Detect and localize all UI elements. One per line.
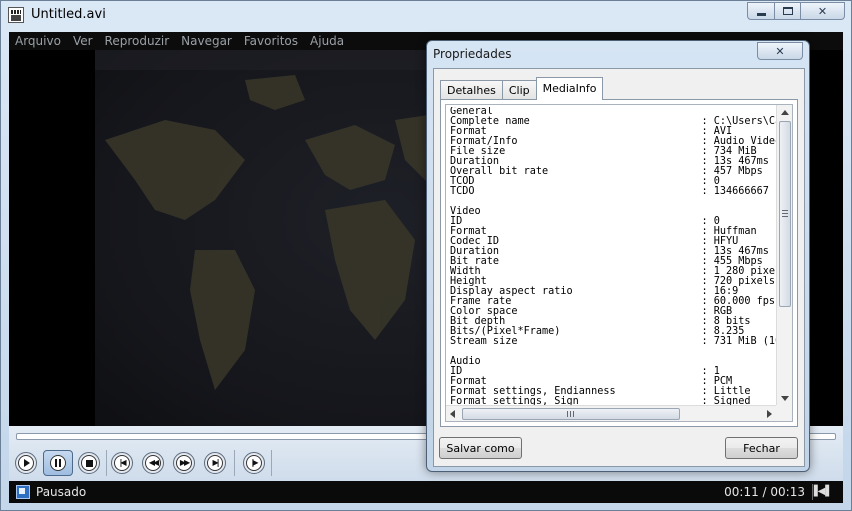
fast-forward-icon: ▶▶ bbox=[179, 458, 190, 467]
frame-step-icon: |▶ bbox=[251, 458, 258, 467]
mediainfo-panel: General Complete name : C:\Users\Cauptai… bbox=[440, 99, 798, 427]
window-title: Untitled.avi bbox=[31, 7, 106, 22]
rewind-icon: ◀◀ bbox=[148, 458, 159, 467]
tab-detalhes[interactable]: Detalhes bbox=[440, 80, 503, 100]
horizontal-scroll-thumb[interactable] bbox=[462, 408, 680, 420]
menu-reproduzir[interactable]: Reproduzir bbox=[99, 34, 176, 48]
properties-dialog: Propriedades ✕ Detalhes Clip MediaInfo G… bbox=[426, 40, 810, 472]
status-icon bbox=[16, 485, 30, 499]
menu-arquivo[interactable]: Arquivo bbox=[9, 34, 67, 48]
menu-favoritos[interactable]: Favoritos bbox=[238, 34, 304, 48]
play-icon bbox=[24, 459, 30, 467]
grip-icon bbox=[782, 210, 788, 217]
minimize-button[interactable] bbox=[747, 2, 775, 20]
close-icon: ✕ bbox=[817, 4, 828, 18]
fast-forward-button[interactable]: ▶▶ bbox=[173, 452, 195, 474]
horizontal-scrollbar[interactable] bbox=[446, 405, 776, 421]
scroll-left-icon[interactable] bbox=[450, 410, 455, 418]
mediainfo-textbox[interactable]: General Complete name : C:\Users\Cauptai… bbox=[445, 104, 793, 422]
tab-mediainfo[interactable]: MediaInfo bbox=[535, 77, 604, 100]
time-display: 00:11 / 00:13 bbox=[724, 485, 805, 499]
dialog-title: Propriedades bbox=[433, 47, 512, 61]
grip-icon bbox=[567, 411, 574, 417]
scroll-down-icon[interactable] bbox=[781, 396, 789, 401]
maximize-icon bbox=[782, 7, 793, 15]
pause-icon bbox=[55, 459, 61, 467]
tab-clip[interactable]: Clip bbox=[501, 80, 537, 100]
scroll-right-icon[interactable] bbox=[767, 410, 772, 418]
pause-button[interactable] bbox=[43, 450, 73, 476]
stop-button[interactable] bbox=[78, 452, 100, 474]
separator bbox=[234, 450, 235, 476]
vertical-scrollbar[interactable] bbox=[776, 105, 792, 405]
film-clapper-icon bbox=[8, 7, 24, 23]
next-button[interactable]: ▶| bbox=[204, 452, 226, 474]
stop-icon bbox=[85, 459, 93, 467]
status-bar: Pausado 00:11 / 00:13 ▐◀▌ bbox=[9, 481, 843, 503]
maximize-button[interactable] bbox=[775, 2, 801, 20]
title-bar[interactable]: Untitled.avi ✕ bbox=[1, 1, 851, 31]
close-button[interactable]: ✕ bbox=[801, 2, 845, 20]
playback-status: Pausado bbox=[36, 485, 87, 499]
separator bbox=[106, 450, 107, 476]
scroll-up-icon[interactable] bbox=[781, 110, 789, 115]
menu-ajuda[interactable]: Ajuda bbox=[304, 34, 350, 48]
play-button[interactable] bbox=[15, 452, 37, 474]
scroll-corner bbox=[776, 405, 792, 421]
save-as-button[interactable]: Salvar como bbox=[439, 437, 522, 459]
close-dialog-button[interactable]: Fechar bbox=[725, 437, 798, 459]
window-controls: ✕ bbox=[747, 2, 845, 20]
menu-ver[interactable]: Ver bbox=[67, 34, 99, 48]
skip-forward-icon: ▶| bbox=[212, 458, 219, 467]
separator bbox=[271, 450, 272, 476]
previous-button[interactable]: |◀ bbox=[111, 452, 133, 474]
rewind-button[interactable]: ◀◀ bbox=[142, 452, 164, 474]
menu-navegar[interactable]: Navegar bbox=[175, 34, 238, 48]
dialog-body: Detalhes Clip MediaInfo General Complete… bbox=[433, 68, 805, 467]
mediainfo-text: General Complete name : C:\Users\Cauptai… bbox=[450, 107, 780, 405]
close-icon: ✕ bbox=[775, 44, 785, 58]
skip-back-icon: |◀ bbox=[119, 458, 126, 467]
tab-strip: Detalhes Clip MediaInfo bbox=[440, 77, 604, 100]
frame-step-button[interactable]: |▶ bbox=[243, 452, 265, 474]
vertical-scroll-thumb[interactable] bbox=[779, 121, 791, 307]
signal-icon: ▐◀▌ bbox=[809, 486, 833, 497]
minimize-icon bbox=[756, 12, 766, 16]
dialog-close-button[interactable]: ✕ bbox=[757, 42, 803, 60]
